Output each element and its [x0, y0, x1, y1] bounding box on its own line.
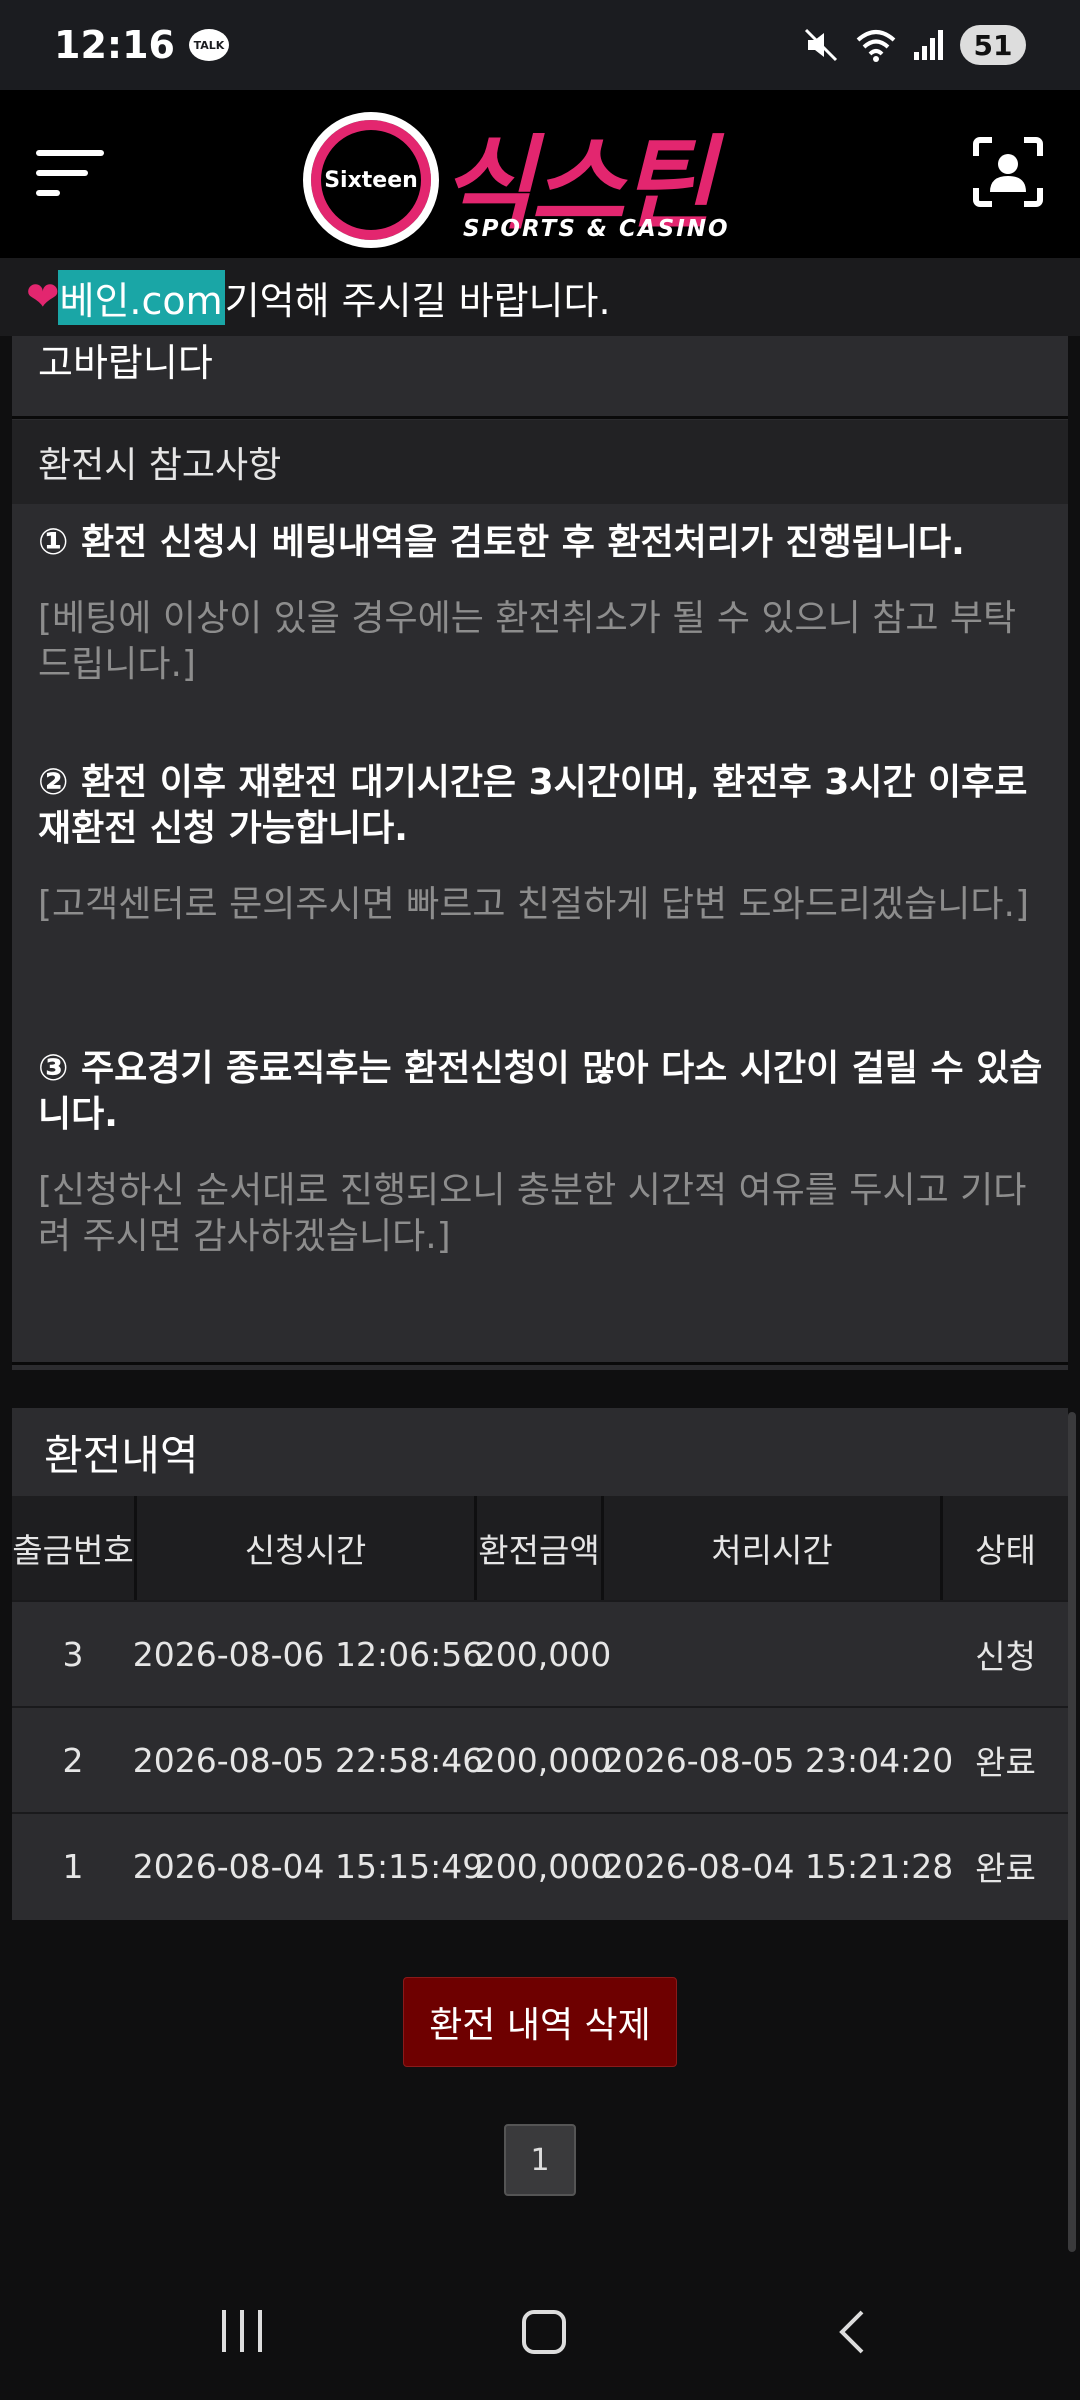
recent-apps-icon[interactable]: [222, 2310, 266, 2352]
history-title: 환전내역: [44, 1430, 199, 1480]
status-bar: 12:16 TALK 51: [0, 0, 1080, 90]
notice-item-title: ② 환전 이후 재환전 대기시간은 3시간이며, 환전후 3시간 이후로 재환전…: [38, 762, 1028, 849]
cell-requested: 2026-08-05 22:58:46: [132, 1740, 484, 1780]
history-table-header: 출금번호 신청시간 환전금액 처리시간 상태: [12, 1496, 1068, 1600]
column-header-no: 출금번호: [12, 1531, 134, 1570]
site-logo[interactable]: Sixteen 식스틴 SPORTS & CASINO: [303, 108, 783, 248]
wifi-icon: [856, 30, 896, 62]
cell-processed: 2026-08-04 15:21:28: [602, 1846, 954, 1886]
notice-item-desc: [고객센터로 문의주시면 빠르고 친절하게 답변 도와드리겠습니다.]: [38, 884, 1029, 925]
cell-requested: 2026-08-06 12:06:56: [132, 1634, 484, 1674]
hamburger-menu-icon[interactable]: [36, 140, 106, 200]
cell-no: 1: [62, 1846, 84, 1886]
notice-item-desc: [베팅에 이상이 있을 경우에는 환전취소가 될 수 있으니 참고 부탁드립니다…: [38, 598, 1017, 685]
pagination-page-1[interactable]: 1: [504, 2124, 576, 2196]
system-nav-bar: [0, 2262, 1080, 2400]
cell-amount: 200,000: [474, 1846, 612, 1886]
heart-icon: ❤: [26, 274, 60, 320]
cell-amount: 200,000: [474, 1634, 612, 1674]
site-header: Sixteen 식스틴 SPORTS & CASINO: [0, 90, 1080, 258]
notice-item-title: ③ 주요경기 종료직후는 환전신청이 많아 다소 시간이 걸릴 수 있습니다.: [38, 1048, 1043, 1135]
mute-icon: [804, 28, 838, 62]
divider: [12, 1362, 1068, 1365]
cell-requested: 2026-08-04 15:15:49: [132, 1846, 484, 1886]
marquee-domain: 베인.com: [57, 269, 225, 325]
table-row: 3 2026-08-06 12:06:56 200,000 신청: [12, 1600, 1068, 1706]
battery-indicator: 51: [960, 25, 1026, 65]
delete-history-button[interactable]: 환전 내역 삭제: [403, 1977, 677, 2067]
previous-notice-text: 고바랍니다: [38, 341, 213, 385]
notice-marquee: ❤ 베인.com 기억해 주시길 바랍니다.: [0, 258, 1080, 336]
cell-status: 완료: [975, 1849, 1036, 1888]
logo-badge: Sixteen: [303, 112, 439, 248]
notice-heading: 환전시 참고사항: [12, 420, 1068, 504]
exchange-notice-panel: 고바랍니다 환전시 참고사항 ① 환전 신청시 베팅내역을 검토한 후 환전처리…: [12, 336, 1068, 1370]
column-header-status: 상태: [975, 1531, 1036, 1570]
kakaotalk-notification-icon: TALK: [188, 29, 229, 61]
column-header-amount: 환전금액: [478, 1531, 600, 1570]
column-header-requested: 신청시간: [244, 1531, 367, 1570]
cell-processed: 2026-08-05 23:04:20: [602, 1740, 954, 1780]
cell-processed: [608, 1602, 948, 1706]
logo-subtitle: SPORTS & CASINO: [463, 216, 730, 242]
cell-no: 3: [62, 1634, 84, 1674]
home-icon[interactable]: [522, 2310, 566, 2354]
notice-item-desc: [신청하신 순서대로 진행되오니 충분한 시간적 여유를 두시고 기다려 주시면…: [38, 1170, 1027, 1257]
column-header-processed: 처리시간: [711, 1531, 833, 1570]
signal-icon: [914, 30, 943, 60]
cell-amount: 200,000: [474, 1740, 612, 1780]
cell-no: 2: [62, 1740, 84, 1780]
divider: [12, 416, 1068, 419]
table-row: 2 2026-08-05 22:58:46 200,000 2026-08-05…: [12, 1706, 1068, 1812]
exchange-history: 환전내역 출금번호 신청시간 환전금액 처리시간 상태 3 2026-08-06…: [12, 1408, 1068, 1920]
scrollbar[interactable]: [1068, 1412, 1076, 2252]
profile-icon[interactable]: [972, 136, 1044, 208]
status-time: 12:16: [54, 23, 175, 67]
marquee-text: 기억해 주시길 바랍니다.: [224, 278, 611, 323]
notice-item-title: ① 환전 신청시 베팅내역을 검토한 후 환전처리가 진행됩니다.: [38, 522, 965, 563]
cell-status: 완료: [975, 1743, 1036, 1782]
back-icon[interactable]: [832, 2308, 872, 2356]
table-row: 1 2026-08-04 15:15:49 200,000 2026-08-04…: [12, 1812, 1068, 1918]
cell-status: 신청: [975, 1637, 1036, 1676]
